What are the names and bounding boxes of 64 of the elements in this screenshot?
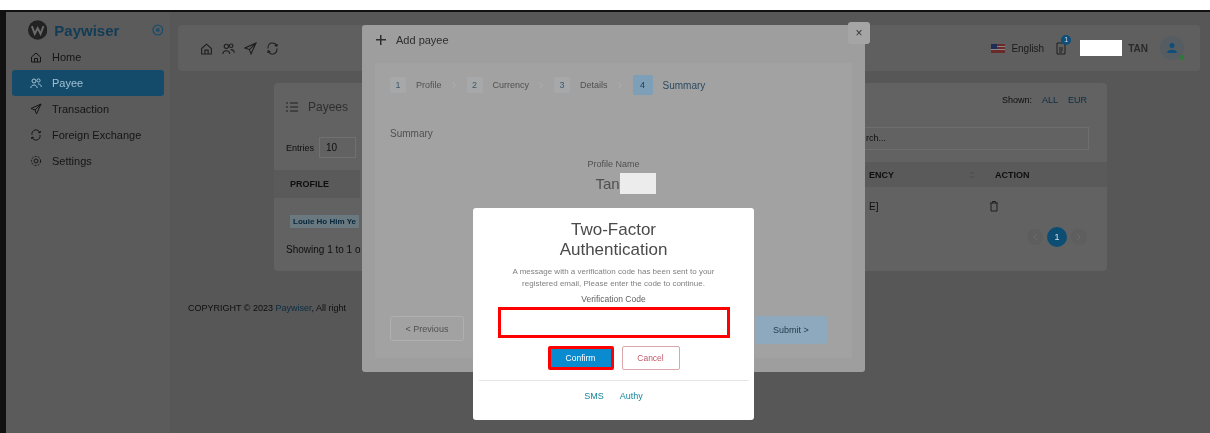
avatar[interactable] <box>1160 36 1184 60</box>
close-button[interactable]: × <box>848 22 870 44</box>
currency-filter[interactable]: EUR <box>1068 95 1087 105</box>
profile-tag: Louie Ho Him Ye <box>290 215 359 228</box>
document-icon[interactable] <box>1056 41 1067 55</box>
home-icon[interactable] <box>200 41 213 55</box>
step-number[interactable]: 1 <box>390 77 406 93</box>
home-icon <box>30 51 42 63</box>
exchange-icon <box>30 129 42 141</box>
step-label: Currency <box>492 80 530 90</box>
sidebar-item[interactable]: Transaction <box>12 96 164 122</box>
logo-icon <box>28 20 48 40</box>
field-label: Verification Code <box>581 294 646 304</box>
redacted-block <box>1080 40 1123 56</box>
paywiser-link[interactable]: Paywiser <box>275 303 312 313</box>
entries-label: Entries <box>286 142 314 153</box>
sidebar-item[interactable]: Settings <box>12 148 164 174</box>
page-button[interactable]: 1 <box>1047 227 1067 247</box>
brand-name: Paywiser <box>54 21 120 39</box>
table-header-cell[interactable]: PROFILE <box>274 170 360 198</box>
cancel-button[interactable]: Cancel <box>621 346 680 370</box>
submit-button[interactable]: Submit > <box>755 316 827 344</box>
sidebar-item[interactable]: Foreign Exchange <box>12 122 164 148</box>
trash-icon[interactable] <box>989 200 999 212</box>
redacted-block <box>619 173 656 194</box>
entries-select[interactable]: 10 <box>319 137 357 158</box>
step-number[interactable]: 3 <box>554 77 571 93</box>
sidebar-item[interactable]: Payee <box>12 70 164 96</box>
field-label: Profile Name <box>587 159 640 169</box>
language-selector[interactable]: English <box>1011 42 1045 54</box>
exchange-icon[interactable] <box>266 41 279 55</box>
online-dot <box>1179 55 1184 60</box>
dialog-title: Two-Factor Authentication <box>558 220 669 260</box>
step-label: Profile <box>416 80 442 90</box>
search-field[interactable]: rch... <box>863 127 1089 150</box>
section-title: Summary <box>390 128 434 139</box>
list-icon <box>286 102 298 112</box>
flag-icon <box>991 43 1006 53</box>
table-cell-text: E] <box>869 200 880 212</box>
sidebar-item[interactable]: Home <box>12 44 164 70</box>
step-number[interactable]: 2 <box>466 77 483 93</box>
shown-label: Shown: <box>1001 95 1032 105</box>
verification-code-field[interactable] <box>497 307 730 338</box>
dialog-message: A message with a verification code has been sent to your registered email, Please enter the code to continue. <box>511 266 716 290</box>
settings-icon <box>30 155 42 167</box>
people-icon <box>30 77 42 89</box>
method-link[interactable]: Authy <box>619 391 643 401</box>
people-icon[interactable] <box>222 41 235 55</box>
table-header-cell[interactable]: ENCY <box>869 169 969 180</box>
send-icon[interactable] <box>244 41 257 55</box>
profile-name-value: Tan <box>595 175 620 192</box>
modal-title: Add payee <box>396 34 449 46</box>
step-label: Details <box>580 80 608 90</box>
step-label: Summary <box>662 79 706 91</box>
table-header-cell[interactable]: ACTION <box>995 169 1030 180</box>
toggle-circle-icon[interactable] <box>152 24 164 36</box>
step-number[interactable]: 4 <box>632 75 653 95</box>
table-info-text: Showing 1 to 1 o <box>285 243 360 255</box>
previous-button[interactable]: < Previous <box>390 316 464 341</box>
confirm-button[interactable]: Confirm <box>547 346 614 370</box>
user-icon <box>1166 42 1178 54</box>
method-link[interactable]: SMS <box>584 391 604 401</box>
send-icon <box>30 103 42 115</box>
currency-filter[interactable]: ALL <box>1041 95 1058 105</box>
